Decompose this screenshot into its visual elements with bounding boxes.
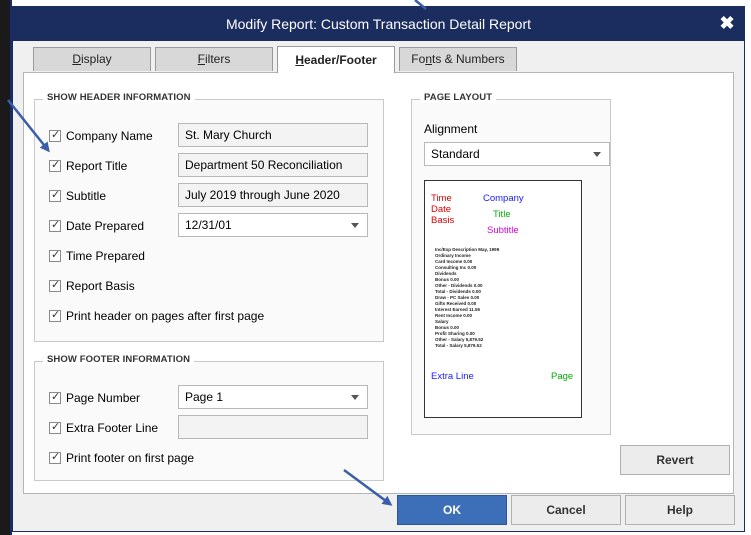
header-section-title: SHOW HEADER INFORMATION (43, 92, 195, 103)
time-prepared-label: Time Prepared (66, 249, 145, 263)
preview-title: Title (493, 209, 511, 220)
extra-footer-field[interactable] (178, 415, 368, 439)
revert-button[interactable]: Revert (620, 445, 730, 475)
company-name-checkbox[interactable] (49, 128, 61, 142)
report-title-label: Report Title (66, 159, 128, 173)
chevron-down-icon (351, 223, 359, 228)
print-footer-checkbox[interactable] (49, 450, 61, 464)
time-prepared-row: Time Prepared (49, 246, 369, 268)
preview-date: Date (431, 204, 452, 215)
print-header-checkbox[interactable] (49, 308, 61, 322)
tab-header-footer[interactable]: Header/Footer (277, 46, 395, 73)
cancel-button[interactable]: Cancel (511, 495, 621, 525)
subtitle-label: Subtitle (66, 189, 107, 203)
subtitle-field[interactable]: July 2019 through June 2020 (178, 183, 368, 207)
page-layout-preview: Time Date Basis Company Title Subtitle I… (424, 180, 582, 418)
page-number-select[interactable]: Page 1 (178, 385, 368, 409)
ok-button[interactable]: OK (397, 495, 507, 525)
preview-page: Page (551, 371, 574, 382)
report-basis-row: Report Basis (49, 276, 369, 298)
preview-subtitle: Subtitle (487, 225, 519, 236)
footer-info-group: SHOW FOOTER INFORMATION Page Number Page… (34, 354, 384, 481)
page-number-label: Page Number (66, 391, 141, 405)
chevron-down-icon (593, 152, 601, 157)
tab-fonts-numbers[interactable]: Fonts & Numbers (399, 47, 517, 71)
print-header-row: Print header on pages after first page (49, 306, 369, 328)
close-icon[interactable]: ✖ (716, 12, 738, 34)
preview-company: Company (483, 193, 524, 204)
date-prepared-value: 12/31/01 (185, 218, 232, 232)
date-prepared-select[interactable]: 12/31/01 (178, 213, 368, 237)
report-title-checkbox[interactable] (49, 158, 61, 172)
date-prepared-checkbox[interactable] (49, 218, 61, 232)
extra-footer-label: Extra Footer Line (66, 421, 159, 435)
dialog-title: Modify Report: Custom Transaction Detail… (225, 16, 531, 32)
print-header-label: Print header on pages after first page (66, 309, 265, 323)
page-layout-title: PAGE LAYOUT (420, 92, 497, 103)
print-footer-row: Print footer on first page (49, 448, 369, 470)
chevron-down-icon (351, 395, 359, 400)
subtitle-checkbox[interactable] (49, 188, 61, 202)
company-name-label: Company Name (66, 129, 153, 143)
page-number-value: Page 1 (185, 390, 224, 404)
print-footer-label: Print footer on first page (66, 451, 195, 465)
page-layout-group: PAGE LAYOUT Alignment Standard Time Date… (411, 92, 611, 435)
background-window-edge (0, 0, 10, 535)
report-basis-checkbox[interactable] (49, 278, 61, 292)
preview-body-line: Total - Salary 5,879.52 (435, 343, 482, 348)
preview-time: Time (431, 193, 452, 204)
modify-report-dialog: Modify Report: Custom Transaction Detail… (12, 6, 745, 532)
preview-basis: Basis (431, 215, 455, 226)
tab-display[interactable]: Display (33, 47, 151, 71)
date-prepared-label: Date Prepared (66, 219, 145, 233)
title-bar: Modify Report: Custom Transaction Detail… (13, 7, 744, 41)
page-number-checkbox[interactable] (49, 390, 61, 404)
tab-filters[interactable]: Filters (155, 47, 273, 71)
alignment-label: Alignment (424, 122, 478, 136)
help-button[interactable]: Help (625, 495, 735, 525)
footer-section-title: SHOW FOOTER INFORMATION (43, 354, 195, 365)
alignment-value: Standard (431, 147, 480, 161)
report-title-field[interactable]: Department 50 Reconciliation (178, 153, 368, 177)
report-basis-label: Report Basis (66, 279, 135, 293)
header-info-group: SHOW HEADER INFORMATION Company Name St.… (34, 92, 384, 342)
header-footer-panel: SHOW HEADER INFORMATION Company Name St.… (23, 72, 734, 494)
alignment-select[interactable]: Standard (424, 142, 610, 166)
extra-footer-checkbox[interactable] (49, 420, 61, 434)
preview-extra-line: Extra Line (431, 371, 474, 382)
time-prepared-checkbox[interactable] (49, 248, 61, 262)
company-name-field[interactable]: St. Mary Church (178, 123, 368, 147)
